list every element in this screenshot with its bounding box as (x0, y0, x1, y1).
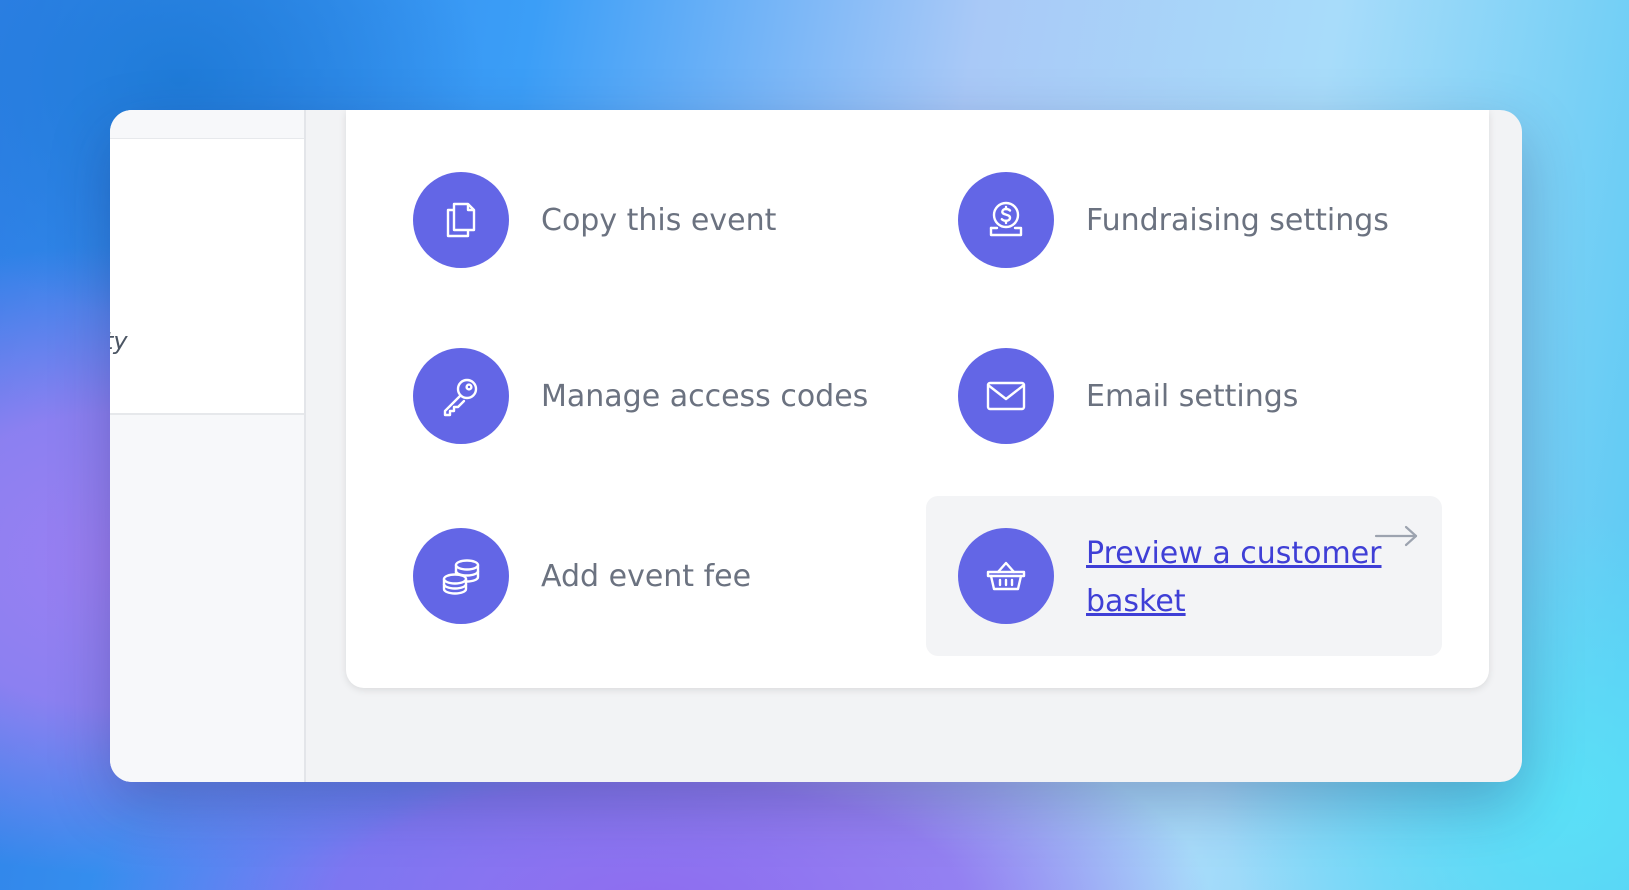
key-icon (413, 348, 509, 444)
add-event-fee-action[interactable]: Add event fee (413, 528, 751, 624)
sidebar-card: ty (110, 139, 304, 415)
fundraising-settings-action[interactable]: Fundraising settings (958, 172, 1389, 268)
app-window: ty Copy this event (110, 110, 1522, 782)
preview-basket-card[interactable]: Preview a customer basket (926, 496, 1442, 656)
manage-access-codes-action[interactable]: Manage access codes (413, 348, 868, 444)
sidebar-italic-text: ty (110, 327, 128, 355)
preview-basket-link[interactable]: Preview a customer basket (1086, 530, 1386, 626)
event-actions-panel: Copy this event Fundraising settings Man… (346, 110, 1489, 688)
email-settings-label: Email settings (1086, 378, 1299, 414)
sidebar-header (110, 110, 304, 139)
copy-icon (413, 172, 509, 268)
copy-event-label: Copy this event (541, 202, 777, 238)
coins-stack-icon (413, 528, 509, 624)
left-sidebar: ty (110, 110, 306, 782)
basket-icon (958, 528, 1054, 624)
copy-event-action[interactable]: Copy this event (413, 172, 776, 268)
email-settings-action[interactable]: Email settings (958, 348, 1298, 444)
dollar-coin-icon (958, 172, 1054, 268)
manage-access-codes-label: Manage access codes (541, 378, 869, 414)
envelope-icon (958, 348, 1054, 444)
add-event-fee-label: Add event fee (541, 558, 752, 594)
arrow-right-icon (1374, 525, 1418, 547)
fundraising-settings-label: Fundraising settings (1086, 202, 1389, 238)
